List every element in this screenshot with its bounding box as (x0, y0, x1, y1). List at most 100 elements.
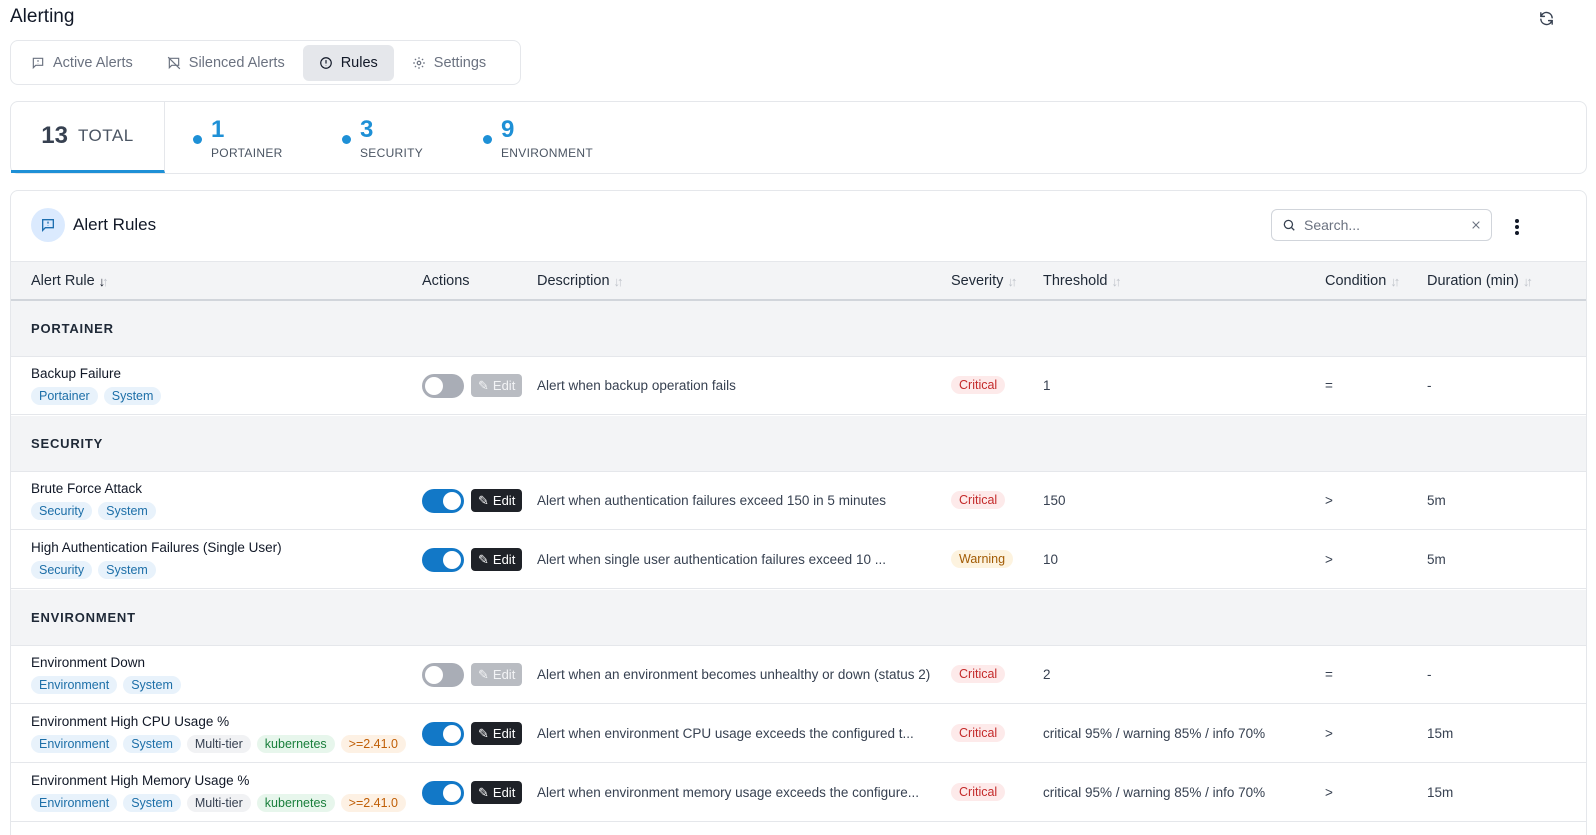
tab-settings[interactable]: Settings (396, 45, 502, 81)
rule-condition: > (1325, 785, 1333, 800)
column-alert-rule[interactable]: Alert Rule ↓↑ (31, 273, 109, 289)
tag: Security (31, 502, 93, 520)
rule-enabled-toggle[interactable] (422, 548, 464, 572)
close-icon[interactable] (1471, 220, 1481, 230)
group-header-portainer: PORTAINER (11, 301, 1586, 357)
message-alert-icon (31, 208, 65, 242)
severity-badge: Critical (951, 491, 1006, 509)
tag: System (123, 735, 181, 753)
rule-name: High Authentication Failures (Single Use… (31, 540, 282, 555)
total-label: TOTAL (77, 126, 134, 145)
search-input[interactable] (1304, 217, 1463, 233)
rule-condition: = (1325, 667, 1333, 682)
rule-enabled-toggle[interactable] (422, 781, 464, 805)
tag: System (123, 676, 181, 694)
edit-label: Edit (492, 378, 516, 393)
edit-icon: ✎ (478, 784, 489, 800)
tab-label: Rules (340, 54, 378, 71)
severity-badge: Critical (951, 376, 1006, 394)
sort-icon: ↓↑ (1390, 273, 1400, 289)
gear-icon (412, 56, 425, 69)
column-label: Threshold (1043, 273, 1108, 289)
summary-bar: 13 TOTAL 1 PORTAINER 3 SECURITY 9 ENVIRO… (10, 101, 1587, 174)
rule-enabled-toggle[interactable] (422, 722, 464, 746)
rule-threshold: critical 95% / warning 85% / info 70% (1043, 785, 1266, 800)
tab-active-alerts[interactable]: Active Alerts (15, 45, 149, 81)
rule-description: Alert when an environment becomes unheal… (537, 667, 931, 682)
column-label: Description (537, 273, 610, 289)
column-severity[interactable]: Severity ↓↑ (951, 273, 1017, 289)
search-box (1271, 209, 1492, 241)
group-label: ENVIRONMENT (31, 610, 136, 625)
tag: kubernetes (256, 735, 335, 753)
stat-count: 9 (501, 116, 515, 143)
edit-button[interactable]: ✎ Edit (471, 663, 523, 686)
rule-enabled-toggle[interactable] (422, 374, 464, 398)
edit-button[interactable]: ✎ Edit (471, 374, 523, 397)
column-description[interactable]: Description ↓↑ (537, 273, 624, 289)
group-header-environment: ENVIRONMENT (11, 590, 1586, 646)
edit-button[interactable]: ✎ Edit (471, 548, 523, 571)
table-row: Environment High Memory Usage % Environm… (11, 764, 1586, 822)
severity-badge: Critical (951, 724, 1006, 742)
edit-label: Edit (492, 493, 516, 508)
tag: Multi-tier (186, 735, 251, 753)
card-header: Alert Rules (11, 191, 1586, 261)
alert-rules-card: Alert Rules Alert Rule↓↑ Actions Descrip… (10, 190, 1587, 835)
edit-label: Edit (492, 726, 516, 741)
rule-tags: Security System (31, 561, 156, 579)
tag: System (98, 502, 156, 520)
group-header-security: SECURITY (11, 416, 1586, 472)
column-condition[interactable]: Condition ↓↑ (1325, 273, 1400, 289)
more-options-icon[interactable] (1511, 217, 1523, 237)
rule-enabled-toggle[interactable] (422, 489, 464, 513)
severity-badge: Warning (951, 550, 1014, 568)
rule-name: Environment Down (31, 655, 146, 670)
sort-icon: ↓↑ (1007, 273, 1017, 289)
column-label: Actions (422, 273, 470, 289)
tab-silenced-alerts[interactable]: Silenced Alerts (151, 45, 301, 81)
rule-name: Environment High CPU Usage % (31, 714, 230, 729)
tag: Security (31, 561, 93, 579)
tag: >=2.41.0 (340, 735, 407, 753)
edit-button[interactable]: ✎ Edit (471, 722, 523, 745)
tag: Environment (31, 794, 118, 812)
summary-total[interactable]: 13 TOTAL (11, 102, 165, 173)
rule-enabled-toggle[interactable] (422, 663, 464, 687)
stat-portainer[interactable]: 1 PORTAINER (193, 116, 283, 160)
edit-icon: ✎ (478, 666, 489, 682)
column-label: Alert Rule (31, 273, 95, 289)
rule-description: Alert when environment memory usage exce… (537, 785, 919, 800)
rule-duration: 15m (1427, 785, 1454, 800)
edit-icon: ✎ (478, 377, 489, 393)
tag: System (103, 387, 162, 405)
tab-rules[interactable]: Rules (302, 44, 394, 81)
tag: Environment (31, 676, 118, 694)
rule-duration: - (1427, 667, 1432, 682)
edit-icon: ✎ (478, 492, 489, 508)
rule-name: Environment High Memory Usage % (31, 773, 250, 788)
message-alert-icon (32, 57, 44, 69)
table-row: Backup Failure Portainer System ✎ Edit Al… (11, 357, 1586, 415)
stat-security[interactable]: 3 SECURITY (342, 116, 423, 160)
edit-button[interactable]: ✎ Edit (471, 781, 523, 804)
page-title: Alerting (10, 6, 75, 27)
tag: kubernetes (256, 794, 335, 812)
status-dot (342, 135, 351, 144)
rule-tags: Environment System Multi-tier kubernetes… (31, 794, 407, 812)
edit-label: Edit (492, 785, 516, 800)
stat-label: SECURITY (360, 146, 424, 160)
column-threshold[interactable]: Threshold ↓↑ (1043, 273, 1121, 289)
edit-button[interactable]: ✎ Edit (471, 489, 523, 512)
tag: System (123, 794, 181, 812)
tag: Portainer (31, 387, 98, 405)
refresh-icon[interactable] (1536, 8, 1556, 28)
rule-tags: Portainer System (31, 387, 162, 405)
card-title: Alert Rules (73, 215, 157, 234)
stat-count: 1 (211, 116, 225, 143)
tag: Environment (31, 735, 118, 753)
column-duration[interactable]: Duration (min) ↓↑ (1427, 273, 1533, 289)
tag: >=2.41.0 (340, 794, 407, 812)
stat-environment[interactable]: 9 ENVIRONMENT (483, 116, 593, 160)
rule-tags: Security System (31, 502, 156, 520)
